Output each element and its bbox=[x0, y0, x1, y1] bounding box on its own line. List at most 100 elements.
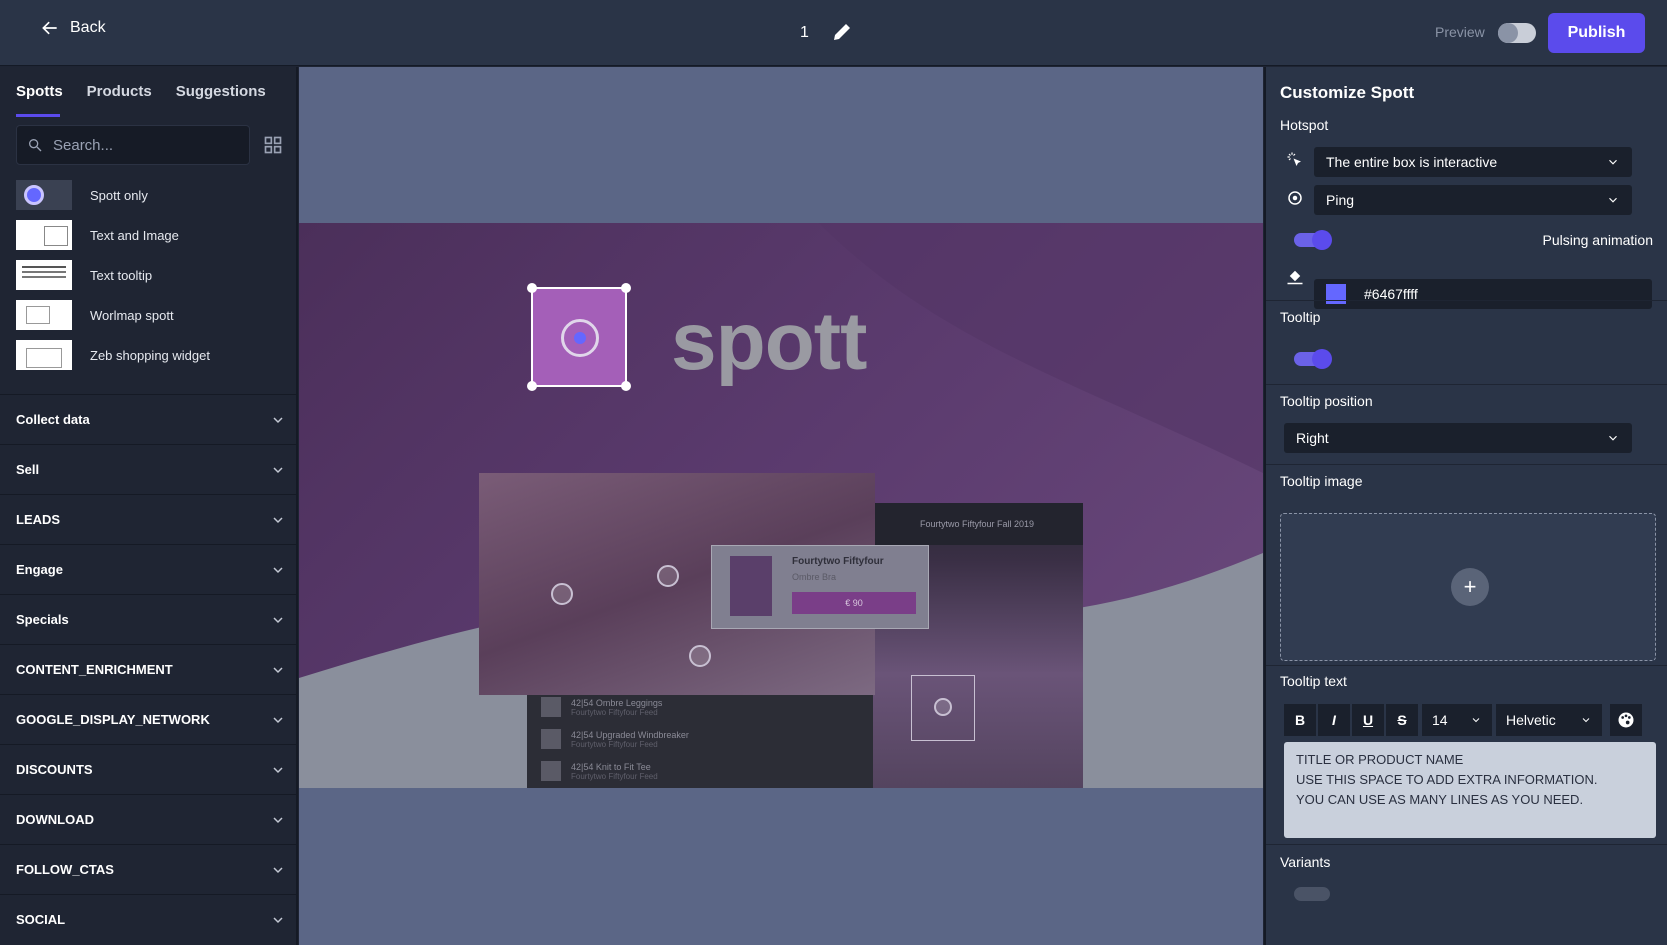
hotspot-dot bbox=[574, 332, 586, 344]
underline-button[interactable]: U bbox=[1352, 704, 1384, 736]
list-item: 42|54 Upgraded Windbreaker Fourtytwo Fift… bbox=[527, 723, 873, 755]
section-content-enrichment[interactable]: CONTENT_ENRICHMENT bbox=[0, 644, 296, 694]
font-size-select[interactable]: 14 bbox=[1422, 704, 1492, 736]
tooltip-position-select[interactable]: Right bbox=[1284, 423, 1632, 453]
pulsing-animation-toggle[interactable] bbox=[1294, 230, 1332, 250]
tooltip-image-dropzone[interactable]: + bbox=[1280, 513, 1656, 661]
resize-handle[interactable] bbox=[621, 381, 631, 391]
template-spott-only[interactable]: Spott only bbox=[16, 175, 296, 215]
tooltip-position-label: Tooltip position bbox=[1280, 393, 1373, 409]
template-label: Worlmap spott bbox=[90, 307, 174, 323]
back-label: Back bbox=[70, 19, 106, 36]
section-label: FOLLOW_CTAS bbox=[16, 862, 114, 877]
page-number: 1 bbox=[800, 24, 809, 41]
template-worldmap-spott[interactable]: Worlmap spott bbox=[16, 295, 296, 335]
tab-suggestions[interactable]: Suggestions bbox=[176, 83, 266, 115]
chevron-down-icon bbox=[273, 516, 283, 523]
section-label: SOCIAL bbox=[16, 912, 66, 927]
template-thumbnail bbox=[16, 300, 72, 330]
tooltip-text-line: USE THIS SPACE TO ADD EXTRA INFORMATION. bbox=[1296, 772, 1598, 787]
resize-handle[interactable] bbox=[621, 283, 631, 293]
list-item-title: 42|54 Upgraded Windbreaker bbox=[571, 729, 689, 740]
template-text-and-image[interactable]: Text and Image bbox=[16, 215, 296, 255]
chevron-down-icon bbox=[273, 866, 283, 873]
section-specials[interactable]: Specials bbox=[0, 594, 296, 644]
section-label: LEADS bbox=[16, 512, 61, 527]
product-name: Fourtytwo Fiftyfour bbox=[792, 556, 884, 567]
template-thumbnail bbox=[16, 260, 72, 290]
animation-select[interactable]: Ping bbox=[1314, 185, 1632, 215]
template-label: Zeb shopping widget bbox=[90, 347, 210, 363]
template-thumbnail bbox=[16, 180, 72, 210]
section-download[interactable]: DOWNLOAD bbox=[0, 794, 296, 844]
shop-hotspot-icon bbox=[551, 583, 573, 605]
section-follow-ctas[interactable]: FOLLOW_CTAS bbox=[0, 844, 296, 894]
chevron-down-icon bbox=[1609, 435, 1617, 441]
section-discounts[interactable]: DISCOUNTS bbox=[0, 744, 296, 794]
text-color-button[interactable] bbox=[1610, 704, 1642, 736]
strikethrough-button[interactable]: S bbox=[1386, 704, 1418, 736]
product-image bbox=[730, 556, 772, 616]
font-size-value: 14 bbox=[1432, 712, 1448, 728]
section-google-display-network[interactable]: GOOGLE_DISPLAY_NETWORK bbox=[0, 694, 296, 744]
chevron-down-icon bbox=[273, 616, 283, 623]
left-tabs: Spotts Products Suggestions bbox=[0, 67, 296, 117]
product-thumb bbox=[541, 729, 561, 749]
list-item-title: 42|54 Knit to Fit Tee bbox=[571, 761, 651, 772]
pencil-icon[interactable] bbox=[830, 20, 854, 44]
chevron-down-icon bbox=[273, 816, 283, 823]
tab-spotts[interactable]: Spotts bbox=[16, 83, 63, 117]
font-family-select[interactable]: Helvetic bbox=[1496, 704, 1602, 736]
section-leads[interactable]: LEADS bbox=[0, 494, 296, 544]
font-family-value: Helvetic bbox=[1506, 712, 1556, 728]
resize-handle[interactable] bbox=[527, 283, 537, 293]
color-input[interactable]: #6467ffff bbox=[1314, 279, 1652, 309]
preview-toggle[interactable] bbox=[1498, 23, 1536, 43]
section-engage[interactable]: Engage bbox=[0, 544, 296, 594]
back-button[interactable]: Back bbox=[40, 18, 106, 38]
tooltip-text-input[interactable]: TITLE OR PRODUCT NAME USE THIS SPACE TO … bbox=[1284, 742, 1656, 838]
section-label: DOWNLOAD bbox=[16, 812, 94, 827]
product-tooltip-card: Fourtytwo Fiftyfour Ombre Bra € 90 bbox=[711, 545, 929, 629]
interaction-select[interactable]: The entire box is interactive bbox=[1314, 147, 1632, 177]
banner-image: spott Fourtytwo Fiftyfour Fall 2019 42|5… bbox=[299, 223, 1263, 788]
chevron-down-icon bbox=[273, 466, 283, 473]
product-list: 42|54 Ombre Leggings Fourtytwo Fiftyfour … bbox=[527, 691, 873, 788]
list-item-sub: Fourtytwo Fiftyfour Feed bbox=[571, 707, 658, 717]
variants-toggle[interactable] bbox=[1294, 887, 1330, 901]
template-text-tooltip[interactable]: Text tooltip bbox=[16, 255, 296, 295]
color-swatch[interactable] bbox=[1326, 284, 1346, 304]
editor-canvas[interactable]: spott Fourtytwo Fiftyfour Fall 2019 42|5… bbox=[299, 67, 1263, 945]
italic-button[interactable]: I bbox=[1318, 704, 1350, 736]
tooltip-toggle[interactable] bbox=[1294, 349, 1332, 369]
section-social[interactable]: SOCIAL bbox=[0, 894, 296, 944]
add-image-button[interactable]: + bbox=[1451, 568, 1489, 606]
text-format-toolbar: B I U S 14 Helvetic bbox=[1284, 704, 1642, 736]
resize-handle[interactable] bbox=[527, 381, 537, 391]
customize-panel: Customize Spott Hotspot The entire box i… bbox=[1264, 67, 1667, 945]
chevron-down-icon bbox=[1609, 159, 1617, 165]
product-price: € 90 bbox=[792, 592, 916, 614]
template-thumbnail bbox=[16, 220, 72, 250]
toggle-knob bbox=[1498, 23, 1518, 43]
tab-products[interactable]: Products bbox=[87, 83, 152, 115]
section-sell[interactable]: Sell bbox=[0, 444, 296, 494]
selected-hotspot[interactable] bbox=[527, 283, 631, 391]
publish-button[interactable]: Publish bbox=[1548, 13, 1645, 53]
product-subtitle: Ombre Bra bbox=[792, 572, 837, 582]
section-label: Specials bbox=[16, 612, 69, 627]
collection-header: Fourtytwo Fiftyfour Fall 2019 bbox=[871, 503, 1083, 545]
product-thumb bbox=[541, 697, 561, 717]
bold-button[interactable]: B bbox=[1284, 704, 1316, 736]
list-item-sub: Fourtytwo Fiftyfour Feed bbox=[571, 771, 658, 781]
section-list: Collect data Sell LEADS Engage Specials … bbox=[0, 394, 296, 944]
template-zeb-shopping-widget[interactable]: Zeb shopping widget bbox=[16, 335, 296, 375]
search-input[interactable] bbox=[53, 136, 233, 154]
chevron-down-icon bbox=[273, 666, 283, 673]
grid-view-icon[interactable] bbox=[263, 135, 283, 155]
chevron-down-icon bbox=[1609, 197, 1617, 203]
preview-label: Preview bbox=[1435, 24, 1485, 40]
pointer-click-icon bbox=[1287, 152, 1301, 166]
section-collect-data[interactable]: Collect data bbox=[0, 394, 296, 444]
template-label: Text tooltip bbox=[90, 267, 153, 283]
